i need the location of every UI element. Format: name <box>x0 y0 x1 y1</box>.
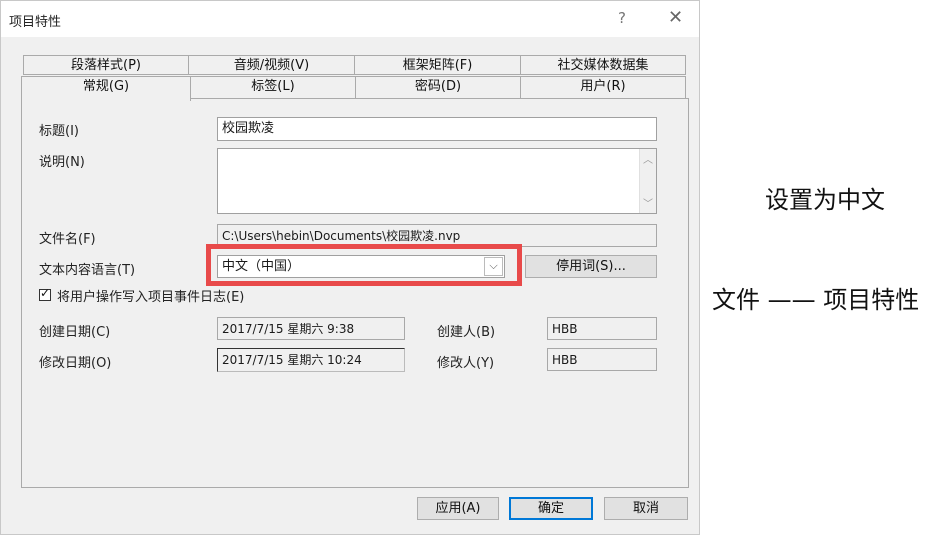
modified-date-field: 2017/7/15 星期六 10:24 <box>217 348 405 372</box>
apply-button[interactable]: 应用(A) <box>417 497 499 520</box>
log-events-label[interactable]: 将用户操作写入项目事件日志(E) <box>57 286 244 305</box>
title-bar: 项目特性 ? ✕ <box>1 1 699 37</box>
help-icon[interactable]: ? <box>618 9 626 27</box>
created-by-label: 创建人(B) <box>437 325 496 340</box>
created-date-field: 2017/7/15 星期六 9:38 <box>217 317 405 340</box>
tab-paragraph-styles[interactable]: 段落样式(P) <box>23 55 189 75</box>
language-highlight-box <box>206 244 522 286</box>
modified-date-label: 修改日期(O) <box>39 356 112 371</box>
dialog-title: 项目特性 <box>9 15 62 30</box>
description-label: 说明(N) <box>39 155 85 170</box>
title-label: 标题(I) <box>39 124 79 139</box>
tab-framework-matrix[interactable]: 框架矩阵(F) <box>354 55 521 75</box>
modified-by-label: 修改人(Y) <box>437 356 495 371</box>
tab-general[interactable]: 常规(G) <box>21 76 191 101</box>
close-icon[interactable]: ✕ <box>668 7 683 28</box>
modified-by-field: HBB <box>547 348 657 371</box>
annotation-menu-path: 文件 —— 项目特性 <box>712 286 920 314</box>
filename-label: 文件名(F) <box>39 232 96 247</box>
tab-labels[interactable]: 标签(L) <box>190 76 356 98</box>
tab-audio-video[interactable]: 音频/视频(V) <box>188 55 355 75</box>
language-label: 文本内容语言(T) <box>39 263 136 278</box>
scroll-down-icon[interactable]: ﹀ <box>643 195 653 210</box>
created-by-field: HBB <box>547 317 657 340</box>
project-properties-dialog: 项目特性 ? ✕ 段落样式(P) 音频/视频(V) 框架矩阵(F) 社交媒体数据… <box>0 0 700 535</box>
ok-button[interactable]: 确定 <box>509 497 593 520</box>
description-scrollbar[interactable]: ︿ ﹀ <box>639 149 656 213</box>
annotation-set-chinese: 设置为中文 <box>765 186 885 214</box>
cancel-button[interactable]: 取消 <box>604 497 688 520</box>
created-date-label: 创建日期(C) <box>39 325 111 340</box>
scroll-up-icon[interactable]: ︿ <box>643 151 653 166</box>
title-input[interactable]: 校园欺凌 <box>217 117 657 141</box>
checkmark-icon: ✓ <box>40 286 51 300</box>
tab-social-media-datasets[interactable]: 社交媒体数据集 <box>520 55 686 75</box>
stopwords-button[interactable]: 停用词(S)... <box>525 255 657 278</box>
tab-users[interactable]: 用户(R) <box>520 76 686 98</box>
description-textarea[interactable] <box>217 148 657 214</box>
tab-password[interactable]: 密码(D) <box>355 76 521 98</box>
log-events-checkbox[interactable]: ✓ <box>39 286 51 301</box>
